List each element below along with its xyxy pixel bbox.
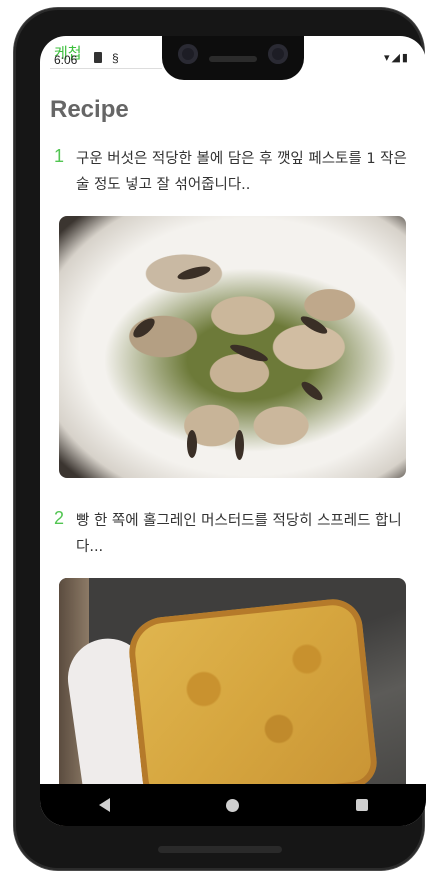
step-text: 구운 버섯은 적당한 볼에 담은 후 깻잎 페스토를 1 작은술 정도 넣고 잘… (76, 151, 407, 193)
sauteed-mushrooms-photo (59, 216, 406, 478)
signal-wifi-battery-icons: ▾◢▮ (383, 52, 410, 64)
status-divider (50, 68, 162, 69)
display-notch (162, 36, 304, 80)
sim-card-icon (94, 52, 102, 63)
mushroom-gill (298, 378, 326, 404)
recents-icon (355, 799, 368, 811)
mushroom-gill (176, 263, 212, 283)
mushroom-gill (228, 341, 270, 365)
recipe-step-1: 1 구운 버섯은 적당한 볼에 담은 후 깻잎 페스토를 1 작은술 정도 넣고… (40, 146, 426, 478)
bottom-speaker-grille (158, 846, 282, 853)
back-icon (98, 798, 110, 812)
recents-button[interactable] (344, 790, 380, 820)
recipe-content[interactable]: Recipe 1 구운 버섯은 적당한 볼에 담은 후 깻잎 페스토를 1 작은… (40, 88, 426, 826)
mushroom-gill (187, 430, 197, 458)
recipe-step-2: 2 빵 한 쪽에 홀그레인 머스터드를 적당히 스프레드 합니다... (40, 508, 426, 826)
front-camera-icon (178, 44, 198, 64)
mushroom-gill (130, 315, 158, 341)
mushroom-gill (235, 430, 244, 460)
earpiece-speaker (209, 56, 257, 62)
phone-frame: 6:06 § ▾◢▮ 케첩 Recipe 1 구운 버섯은 적당한 볼에 담은 … (14, 8, 426, 870)
step-number: 1 (54, 146, 65, 166)
status-time: 6:06 (54, 53, 78, 67)
home-button[interactable] (215, 790, 251, 820)
front-sensor-icon (268, 44, 288, 64)
back-button[interactable] (86, 790, 122, 820)
app-screen: 6:06 § ▾◢▮ 케첩 Recipe 1 구운 버섯은 적당한 볼에 담은 … (40, 36, 426, 826)
toast-slice (125, 596, 380, 810)
step-text: 빵 한 쪽에 홀그레인 머스터드를 적당히 스프레드 합니다... (76, 513, 402, 555)
page-title: Recipe (50, 96, 129, 123)
step-number: 2 (54, 508, 65, 528)
sync-icon: § (112, 51, 119, 65)
system-nav-bar (40, 784, 426, 826)
mushroom-gill (298, 313, 330, 337)
home-icon (226, 798, 240, 812)
